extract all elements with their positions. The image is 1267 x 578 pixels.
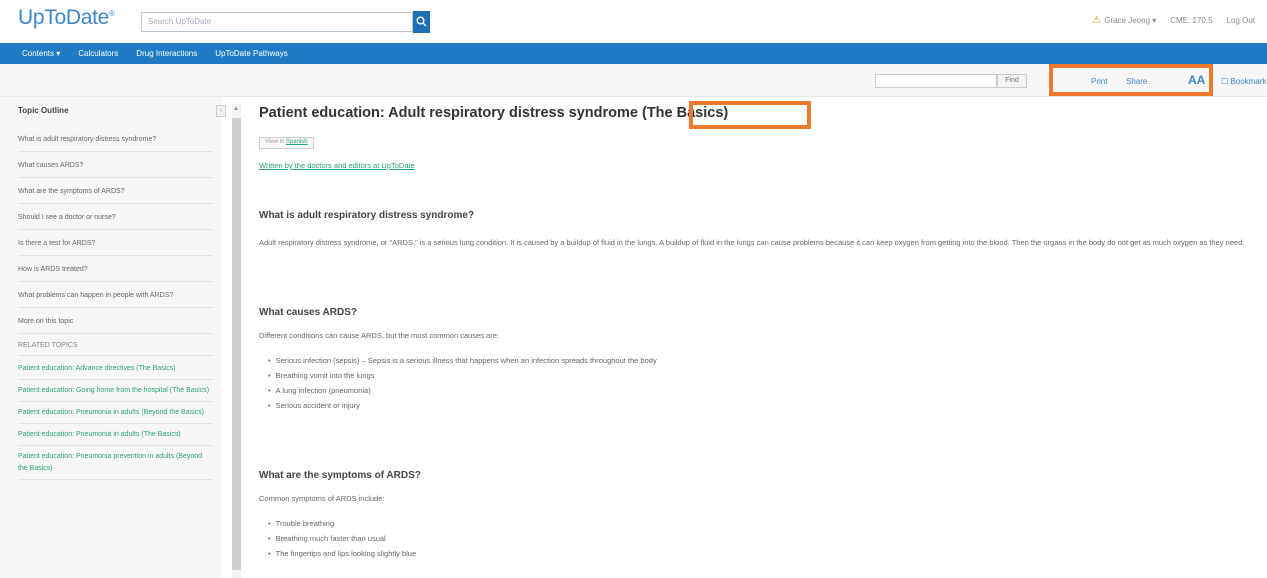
sidebar-scroll-thumb[interactable] bbox=[232, 118, 241, 570]
related-topics-heading: RELATED TOPICS bbox=[18, 339, 213, 356]
related-topic-link[interactable]: Patient education: Pneumonia prevention … bbox=[18, 449, 213, 480]
main-nav: Contents ▾ Calculators Drug Interactions… bbox=[0, 43, 1267, 64]
section-causes: What causes ARDS? Different conditions c… bbox=[259, 307, 1249, 413]
nav-pathways[interactable]: UpToDate Pathways bbox=[215, 49, 287, 58]
byline-link[interactable]: Written by the doctors and editors at Up… bbox=[259, 161, 415, 170]
nav-contents[interactable]: Contents ▾ bbox=[22, 49, 60, 58]
scroll-up-icon[interactable]: ▲ bbox=[233, 106, 239, 112]
nav-drug-interactions[interactable]: Drug Interactions bbox=[136, 49, 197, 58]
search-button[interactable] bbox=[413, 11, 430, 33]
logout-link[interactable]: Log Out bbox=[1227, 16, 1255, 25]
topic-outline-sidebar: Topic Outline ‹ What is adult respirator… bbox=[0, 97, 226, 578]
page-title: Patient education: Adult respiratory dis… bbox=[259, 105, 729, 121]
outline-item[interactable]: How is ARDS treated? bbox=[18, 261, 213, 282]
outline-item[interactable]: Should I see a doctor or nurse? bbox=[18, 209, 213, 230]
related-topic-link[interactable]: Patient education: Advance directives (T… bbox=[18, 361, 213, 380]
causes-list: Serious infection (sepsis) – Sepsis is a… bbox=[259, 353, 1249, 413]
list-item: Trouble breathing bbox=[268, 516, 1249, 531]
logo-text: UpToDate bbox=[18, 6, 109, 29]
outline-item[interactable]: Is there a test for ARDS? bbox=[18, 235, 213, 256]
bookmark-label: Bookmark bbox=[1230, 77, 1267, 86]
bookmark-button[interactable]: ☐ Bookmark bbox=[1221, 77, 1266, 86]
search-input[interactable]: Search UpToDate bbox=[141, 12, 413, 32]
outline-list: What is adult respiratory distress syndr… bbox=[18, 131, 213, 483]
user-menu[interactable]: ⚠ Grace Jeong ▾ bbox=[1092, 15, 1156, 26]
section-what-is-ards: What is adult respiratory distress syndr… bbox=[259, 210, 1249, 252]
outline-item[interactable]: What is adult respiratory distress syndr… bbox=[18, 131, 213, 152]
top-header: UpToDate® Search UpToDate ⚠ Grace Jeong ▾… bbox=[0, 0, 1267, 40]
logo-mark: ® bbox=[108, 9, 115, 18]
related-topic-link[interactable]: Patient education: Going home from the h… bbox=[18, 383, 213, 402]
cme-link[interactable]: CME: 170.5 bbox=[1170, 16, 1212, 25]
list-item: A lung infection (pneumonia) bbox=[268, 383, 1249, 398]
language-badge: View in Spanish bbox=[259, 137, 314, 149]
share-button[interactable]: Share bbox=[1126, 77, 1147, 86]
user-area: ⚠ Grace Jeong ▾ CME: 170.5 Log Out bbox=[1092, 15, 1255, 26]
list-item: Serious accident or injury bbox=[268, 398, 1249, 413]
outline-item[interactable]: What causes ARDS? bbox=[18, 157, 213, 178]
find-input[interactable] bbox=[875, 74, 997, 88]
nav-calculators[interactable]: Calculators bbox=[78, 49, 118, 58]
highlight-box-title bbox=[689, 101, 811, 129]
list-item: Breathing vomit into the lungs bbox=[268, 368, 1249, 383]
section-body: Common symptoms of ARDS include: bbox=[259, 494, 385, 503]
warning-icon: ⚠ bbox=[1092, 15, 1102, 26]
list-item: The fingertips and lips looking slightly… bbox=[268, 546, 1249, 561]
spanish-link[interactable]: Spanish bbox=[286, 139, 308, 145]
user-name: Grace Jeong bbox=[1104, 16, 1151, 25]
section-heading: What are the symptoms of ARDS? bbox=[259, 470, 421, 481]
outline-item[interactable]: What problems can happen in people with … bbox=[18, 287, 213, 308]
font-size-button[interactable]: AA bbox=[1188, 73, 1205, 87]
collapse-sidebar-button[interactable]: ‹ bbox=[216, 105, 226, 117]
symptoms-list: Trouble breathing Breathing much faster … bbox=[259, 516, 1249, 561]
print-button[interactable]: Print bbox=[1091, 77, 1107, 86]
outline-item[interactable]: More on this topic bbox=[18, 313, 213, 334]
bookmark-icon: ☐ bbox=[1221, 77, 1229, 86]
list-item: Serious infection (sepsis) – Sepsis is a… bbox=[268, 353, 1249, 368]
section-body: Different conditions can cause ARDS, but… bbox=[259, 331, 499, 340]
related-topic-link[interactable]: Patient education: Pneumonia in adults (… bbox=[18, 427, 213, 446]
section-heading: What is adult respiratory distress syndr… bbox=[259, 210, 475, 221]
section-symptoms: What are the symptoms of ARDS? Common sy… bbox=[259, 470, 1249, 561]
uptodate-logo[interactable]: UpToDate® bbox=[18, 6, 115, 30]
section-heading: What causes ARDS? bbox=[259, 307, 357, 318]
language-prefix: View in bbox=[265, 139, 285, 145]
related-topic-link[interactable]: Patient education: Pneumonia in adults (… bbox=[18, 405, 213, 424]
section-body: Adult respiratory distress syndrome, or … bbox=[259, 238, 1245, 247]
find-button[interactable]: Find bbox=[997, 74, 1027, 88]
search-icon bbox=[416, 16, 427, 27]
list-item: Breathing much faster than usual bbox=[268, 531, 1249, 546]
outline-title: Topic Outline bbox=[18, 106, 69, 115]
outline-item[interactable]: What are the symptoms of ARDS? bbox=[18, 183, 213, 204]
nav-contents-label: Contents bbox=[22, 49, 55, 58]
